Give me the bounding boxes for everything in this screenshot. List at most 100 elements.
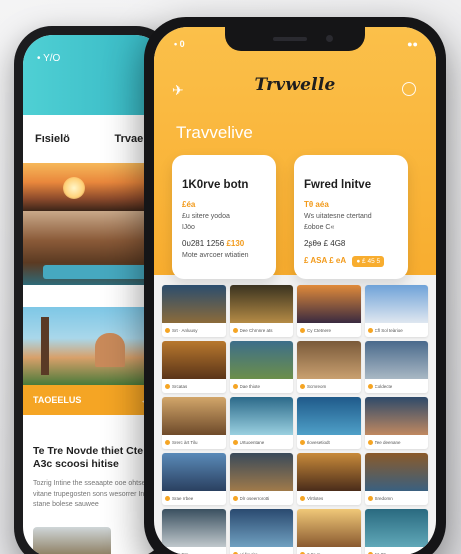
card-price-highlight: £ ASA £ eA ● £ 45 5: [304, 256, 398, 267]
app-brand-logo: Trvwelle: [254, 75, 336, 95]
destination-caption: Srae rrbee: [162, 491, 226, 505]
destination-tile[interactable]: Cfl Sol teàrioe: [364, 285, 429, 337]
featured-card-2[interactable]: Fwred lnitve Тθ aéa Ws uitatesne ctertan…: [294, 155, 408, 279]
status-left: • 0: [174, 39, 185, 49]
destination-caption: Ulor Rm: [162, 547, 226, 554]
destination-caption: Cy Ctetnere: [297, 323, 361, 337]
card-line: Ws uitatesne ctertand: [304, 213, 372, 220]
destination-grid: Srt · Anluusy Dee Chrnnre ats Cy Ctetnere C…: [162, 285, 428, 554]
destination-caption: Sredomn: [365, 491, 429, 505]
destination-photo: [162, 509, 226, 547]
location-pin-icon: [367, 439, 373, 445]
price-tag: ● £ 45 5: [352, 256, 385, 267]
destination-tile[interactable]: Coldecte: [364, 341, 429, 393]
destination-caption: Cfl Sol teàrioe: [365, 323, 429, 337]
destination-caption: Ilovesetiodt: [297, 435, 361, 449]
location-pin-icon: [232, 327, 238, 333]
front-phone-screen: • 0 ●● ✈ Trvwelle Travvelive 1Κ0rve botn…: [154, 27, 436, 554]
location-pin-icon: [300, 439, 305, 445]
location-pin-icon: [165, 439, 170, 445]
card-line: Ĳöo: [182, 224, 195, 231]
destination-tile[interactable]: £ö 80: [364, 509, 429, 554]
destination-photo: [229, 285, 293, 323]
card-line: £u sitere yodoa: [182, 213, 230, 220]
front-phone: • 0 ●● ✈ Trvwelle Travvelive 1Κ0rve botn…: [144, 17, 446, 554]
location-pin-icon: [165, 383, 170, 389]
location-pin-icon: [300, 327, 305, 333]
destination-tile[interactable]: Scmreom: [297, 341, 361, 393]
destination-tile[interactable]: Tee deenane: [364, 397, 429, 449]
destination-photo: [229, 509, 293, 547]
destination-caption: Ui fre tire: [230, 547, 294, 554]
destination-tile[interactable]: Srt · Anluusy: [162, 285, 226, 337]
destination-caption: Coldecte: [365, 379, 429, 393]
article-thumbnail[interactable]: [33, 527, 111, 554]
location-pin-icon: [232, 383, 238, 389]
location-pin-icon: [165, 495, 170, 501]
destination-tile[interactable]: Vlrtlotes: [297, 453, 361, 505]
card-price: 2ʂθɘ £ 4G8: [304, 239, 346, 248]
destination-tile[interactable]: Dae thiote: [229, 341, 294, 393]
location-pin-icon: [300, 495, 305, 501]
destination-photo: [364, 509, 428, 547]
card-footer: Mote avrcoer wtiatien: [182, 252, 249, 259]
destination-tile[interactable]: Dlr oseerrorotti: [229, 453, 294, 505]
destination-caption: Srcatas: [162, 379, 226, 393]
destination-photo: [364, 397, 428, 435]
destination-photo: [162, 285, 226, 323]
destination-photo: [364, 453, 428, 491]
destination-tile[interactable]: Sredomn: [364, 453, 429, 505]
destination-photo: [297, 509, 361, 547]
destination-photo: [364, 341, 428, 379]
featured-card-1[interactable]: 1Κ0rve botn £éa £u sitere yodoa Ĳöo 0υ28…: [172, 155, 276, 279]
destination-photo: [364, 285, 428, 323]
destination-photo: [229, 397, 293, 435]
destination-photo: [229, 341, 293, 379]
article-body: Tozrig Intine the sseaapte ooe ohtse vit…: [33, 480, 153, 509]
page-title: Travvelive: [176, 123, 253, 142]
location-pin-icon: [232, 439, 238, 445]
location-pin-icon: [367, 495, 373, 501]
destination-tile[interactable]: Cy Ctetnere: [297, 285, 361, 337]
destination-caption: Dlr oseerrorotti: [230, 491, 294, 505]
card-subtitle: £éa: [182, 200, 196, 209]
location-pin-icon: [232, 495, 238, 501]
card-title: Fwred lnitve: [304, 179, 372, 191]
destination-tile[interactable]: Ilovesetiodt: [297, 397, 361, 449]
profile-icon[interactable]: [402, 82, 416, 96]
destination-photo: [162, 341, 226, 379]
location-pin-icon: [165, 327, 170, 333]
banner-label: TAOEELUS: [33, 395, 82, 405]
destination-caption: Srt · Anluusy: [162, 323, 226, 337]
destination-photo: [297, 285, 361, 323]
back-tab-first[interactable]: Fısielö: [35, 133, 70, 163]
location-pin-icon: [300, 383, 305, 389]
card-title: 1Κ0rve botn: [182, 179, 249, 191]
destination-tile[interactable]: Ulor Rm: [162, 509, 226, 554]
destination-caption: Scmreom: [297, 379, 361, 393]
card-line: £oboe C«: [304, 224, 335, 231]
destination-tile[interactable]: Srerc àrt Tilu: [162, 397, 226, 449]
destination-caption: Tee deenane: [365, 435, 429, 449]
destination-tile[interactable]: 2 9ʂ m: [297, 509, 361, 554]
destination-photo: [229, 453, 293, 491]
destination-photo: [162, 397, 226, 435]
location-pin-icon: [367, 383, 373, 389]
destination-caption: £ö 80: [365, 547, 429, 554]
destination-photo: [162, 453, 226, 491]
back-status-time: • Y/O: [37, 53, 61, 64]
location-pin-icon: [367, 327, 373, 333]
destination-tile[interactable]: Srae rrbee: [162, 453, 226, 505]
destination-caption: Vlrtlotes: [297, 491, 361, 505]
destination-caption: Dee Chrnnre ats: [230, 323, 294, 337]
destination-photo: [297, 341, 361, 379]
destination-tile[interactable]: Srcatas: [162, 341, 226, 393]
destination-tile[interactable]: Ui fre tire: [229, 509, 294, 554]
article-heading: Te Tre Novde thiet Cte A3c scoosi hitise: [33, 445, 144, 471]
destination-caption: Dae thiote: [230, 379, 294, 393]
destination-tile[interactable]: Dee Chrnnre ats: [229, 285, 294, 337]
destination-photo: [297, 453, 361, 491]
card-price: 0υ281 1256 £130: [182, 239, 245, 248]
destination-tile[interactable]: Urtuoentane: [229, 397, 293, 449]
destination-caption: 2 9ʂ m: [297, 547, 361, 554]
